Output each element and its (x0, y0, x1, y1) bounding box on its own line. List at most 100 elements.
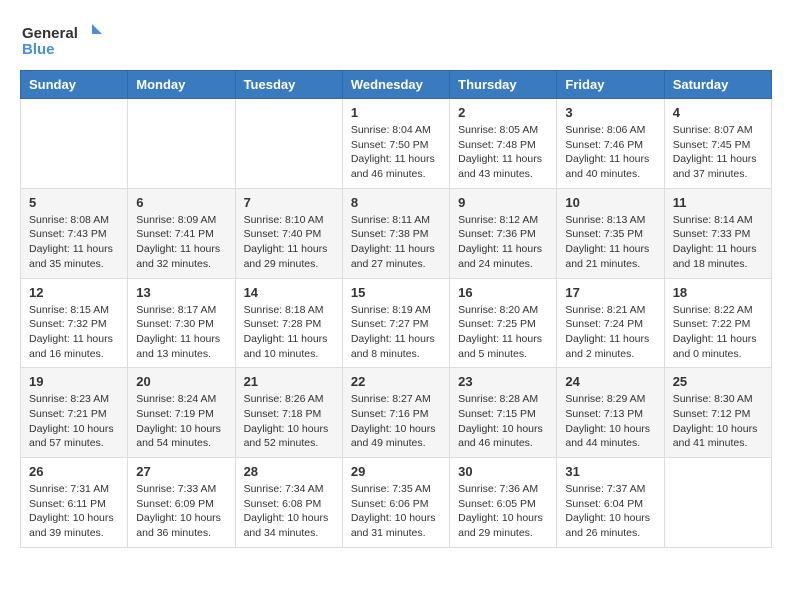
day-of-week-header: Monday (128, 71, 235, 99)
day-number: 9 (458, 195, 548, 210)
calendar-cell: 30 Sunrise: 7:36 AM Sunset: 6:05 PM Dayli… (450, 458, 557, 548)
day-of-week-header: Wednesday (342, 71, 449, 99)
day-number: 7 (244, 195, 334, 210)
day-info: Sunrise: 7:34 AM Sunset: 6:08 PM Dayligh… (244, 482, 334, 541)
day-info: Sunrise: 8:07 AM Sunset: 7:45 PM Dayligh… (673, 123, 763, 182)
day-of-week-header: Sunday (21, 71, 128, 99)
calendar-header-row: SundayMondayTuesdayWednesdayThursdayFrid… (21, 71, 772, 99)
calendar-cell: 3 Sunrise: 8:06 AM Sunset: 7:46 PM Daylig… (557, 99, 664, 189)
calendar-cell: 28Sunrise: 7:34 AM Sunset: 6:08 PM Dayli… (235, 458, 342, 548)
svg-text:Blue: Blue (22, 41, 55, 58)
day-number: 25 (673, 374, 763, 389)
day-number: 4 (673, 105, 763, 120)
svg-text:General: General (22, 25, 78, 42)
day-info: Sunrise: 8:05 AM Sunset: 7:48 PM Dayligh… (458, 123, 548, 182)
calendar-week-row: 12 Sunrise: 8:15 AM Sunset: 7:32 PM Dayli… (21, 278, 772, 368)
day-of-week-header: Thursday (450, 71, 557, 99)
calendar-cell: 12 Sunrise: 8:15 AM Sunset: 7:32 PM Dayli… (21, 278, 128, 368)
calendar-cell: 4 Sunrise: 8:07 AM Sunset: 7:45 PM Daylig… (664, 99, 771, 189)
calendar-cell: 1Sunrise: 8:04 AM Sunset: 7:50 PM Daylig… (342, 99, 449, 189)
day-number: 26 (29, 464, 119, 479)
day-of-week-header: Tuesday (235, 71, 342, 99)
calendar-cell: 5 Sunrise: 8:08 AM Sunset: 7:43 PM Daylig… (21, 188, 128, 278)
day-number: 22 (351, 374, 441, 389)
calendar-cell: 19Sunrise: 8:23 AM Sunset: 7:21 PM Dayli… (21, 368, 128, 458)
logo: GeneralBlue (20, 20, 110, 60)
day-number: 23 (458, 374, 548, 389)
calendar-cell: 13 Sunrise: 8:17 AM Sunset: 7:30 PM Dayli… (128, 278, 235, 368)
day-info: Sunrise: 8:09 AM Sunset: 7:41 PM Dayligh… (136, 213, 226, 272)
calendar-cell (21, 99, 128, 189)
calendar-cell: 2 Sunrise: 8:05 AM Sunset: 7:48 PM Daylig… (450, 99, 557, 189)
calendar-cell (128, 99, 235, 189)
day-number: 31 (565, 464, 655, 479)
calendar-cell: 14 Sunrise: 8:18 AM Sunset: 7:28 PM Dayli… (235, 278, 342, 368)
calendar-cell: 21 Sunrise: 8:26 AM Sunset: 7:18 PM Dayli… (235, 368, 342, 458)
day-info: Sunrise: 7:37 AM Sunset: 6:04 PM Dayligh… (565, 482, 655, 541)
calendar-week-row: 5 Sunrise: 8:08 AM Sunset: 7:43 PM Daylig… (21, 188, 772, 278)
day-info: Sunrise: 7:36 AM Sunset: 6:05 PM Dayligh… (458, 482, 548, 541)
calendar-cell: 31 Sunrise: 7:37 AM Sunset: 6:04 PM Dayli… (557, 458, 664, 548)
day-number: 5 (29, 195, 119, 210)
day-info: Sunrise: 8:21 AM Sunset: 7:24 PM Dayligh… (565, 303, 655, 362)
day-number: 24 (565, 374, 655, 389)
day-of-week-header: Friday (557, 71, 664, 99)
day-info: Sunrise: 8:24 AM Sunset: 7:19 PM Dayligh… (136, 392, 226, 451)
day-info: Sunrise: 8:22 AM Sunset: 7:22 PM Dayligh… (673, 303, 763, 362)
day-number: 2 (458, 105, 548, 120)
day-number: 13 (136, 285, 226, 300)
day-number: 18 (673, 285, 763, 300)
calendar-cell: 20Sunrise: 8:24 AM Sunset: 7:19 PM Dayli… (128, 368, 235, 458)
day-info: Sunrise: 8:11 AM Sunset: 7:38 PM Dayligh… (351, 213, 441, 272)
day-info: Sunrise: 8:26 AM Sunset: 7:18 PM Dayligh… (244, 392, 334, 451)
day-info: Sunrise: 8:08 AM Sunset: 7:43 PM Dayligh… (29, 213, 119, 272)
day-number: 1 (351, 105, 441, 120)
day-number: 29 (351, 464, 441, 479)
day-info: Sunrise: 7:31 AM Sunset: 6:11 PM Dayligh… (29, 482, 119, 541)
day-info: Sunrise: 8:15 AM Sunset: 7:32 PM Dayligh… (29, 303, 119, 362)
calendar-cell (235, 99, 342, 189)
day-info: Sunrise: 7:33 AM Sunset: 6:09 PM Dayligh… (136, 482, 226, 541)
day-number: 11 (673, 195, 763, 210)
day-number: 21 (244, 374, 334, 389)
day-info: Sunrise: 8:27 AM Sunset: 7:16 PM Dayligh… (351, 392, 441, 451)
day-number: 10 (565, 195, 655, 210)
calendar-cell: 15Sunrise: 8:19 AM Sunset: 7:27 PM Dayli… (342, 278, 449, 368)
calendar-cell: 17Sunrise: 8:21 AM Sunset: 7:24 PM Dayli… (557, 278, 664, 368)
calendar-cell: 27 Sunrise: 7:33 AM Sunset: 6:09 PM Dayli… (128, 458, 235, 548)
day-info: Sunrise: 8:06 AM Sunset: 7:46 PM Dayligh… (565, 123, 655, 182)
day-info: Sunrise: 8:30 AM Sunset: 7:12 PM Dayligh… (673, 392, 763, 451)
calendar-cell: 22 Sunrise: 8:27 AM Sunset: 7:16 PM Dayli… (342, 368, 449, 458)
day-of-week-header: Saturday (664, 71, 771, 99)
day-info: Sunrise: 8:18 AM Sunset: 7:28 PM Dayligh… (244, 303, 334, 362)
day-number: 6 (136, 195, 226, 210)
calendar-week-row: 26 Sunrise: 7:31 AM Sunset: 6:11 PM Dayli… (21, 458, 772, 548)
calendar-week-row: 1Sunrise: 8:04 AM Sunset: 7:50 PM Daylig… (21, 99, 772, 189)
day-number: 8 (351, 195, 441, 210)
calendar-cell: 8 Sunrise: 8:11 AM Sunset: 7:38 PM Daylig… (342, 188, 449, 278)
calendar-cell (664, 458, 771, 548)
day-number: 3 (565, 105, 655, 120)
calendar-cell: 29 Sunrise: 7:35 AM Sunset: 6:06 PM Dayli… (342, 458, 449, 548)
logo-svg: GeneralBlue (20, 20, 110, 60)
day-number: 14 (244, 285, 334, 300)
day-info: Sunrise: 8:28 AM Sunset: 7:15 PM Dayligh… (458, 392, 548, 451)
day-info: Sunrise: 7:35 AM Sunset: 6:06 PM Dayligh… (351, 482, 441, 541)
day-info: Sunrise: 8:12 AM Sunset: 7:36 PM Dayligh… (458, 213, 548, 272)
calendar-cell: 7Sunrise: 8:10 AM Sunset: 7:40 PM Daylig… (235, 188, 342, 278)
day-number: 12 (29, 285, 119, 300)
day-info: Sunrise: 8:19 AM Sunset: 7:27 PM Dayligh… (351, 303, 441, 362)
day-number: 30 (458, 464, 548, 479)
day-number: 16 (458, 285, 548, 300)
page-header: GeneralBlue (20, 20, 772, 60)
calendar-cell: 10Sunrise: 8:13 AM Sunset: 7:35 PM Dayli… (557, 188, 664, 278)
calendar-table: SundayMondayTuesdayWednesdayThursdayFrid… (20, 70, 772, 548)
calendar-cell: 24 Sunrise: 8:29 AM Sunset: 7:13 PM Dayli… (557, 368, 664, 458)
calendar-cell: 9 Sunrise: 8:12 AM Sunset: 7:36 PM Daylig… (450, 188, 557, 278)
day-number: 27 (136, 464, 226, 479)
day-info: Sunrise: 8:29 AM Sunset: 7:13 PM Dayligh… (565, 392, 655, 451)
calendar-cell: 16Sunrise: 8:20 AM Sunset: 7:25 PM Dayli… (450, 278, 557, 368)
calendar-cell: 25 Sunrise: 8:30 AM Sunset: 7:12 PM Dayli… (664, 368, 771, 458)
calendar-cell: 23 Sunrise: 8:28 AM Sunset: 7:15 PM Dayli… (450, 368, 557, 458)
day-info: Sunrise: 8:17 AM Sunset: 7:30 PM Dayligh… (136, 303, 226, 362)
